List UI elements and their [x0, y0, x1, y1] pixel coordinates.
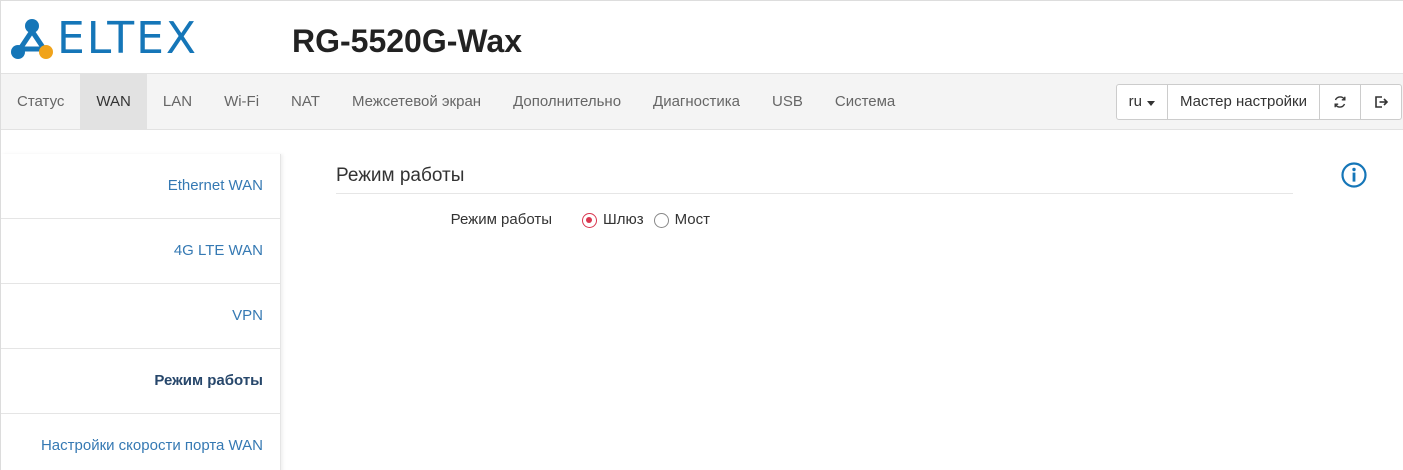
mode-field-label: Режим работы [450, 211, 552, 228]
tab-дополнительно[interactable]: Дополнительно [497, 74, 637, 129]
tab-wi-fi[interactable]: Wi-Fi [208, 74, 275, 129]
mode-radio-option-1[interactable]: Шлюз [582, 209, 644, 231]
radio-button[interactable] [582, 212, 597, 228]
section-title: Режим работы [336, 165, 465, 186]
nav-tabs: Статус WAN LAN Wi-Fi NAT Межсетевой экран Допо… [1, 74, 911, 129]
logo-text: ELTEX [57, 13, 199, 64]
refresh-button[interactable] [1320, 85, 1361, 119]
logout-button[interactable] [1361, 85, 1401, 119]
sidebar-item-5[interactable]: Настройки скорости порта WAN [1, 414, 280, 470]
sidebar: Ethernet WAN 4G LTE WAN VPN Режим работы Нас… [1, 154, 281, 470]
tab-wan[interactable]: WAN [80, 74, 147, 129]
app-frame: ELTEX RG-5520G-Wax Статус WAN LAN Wi-Fi NAT М… [0, 0, 1403, 470]
sidebar-item-1[interactable]: Ethernet WAN [1, 154, 280, 219]
language-dropdown[interactable]: ru [1117, 85, 1168, 119]
eltex-logo: ELTEX [11, 15, 198, 63]
radio-button[interactable] [653, 212, 669, 228]
device-model-title: RG-5520G-Wax [292, 23, 522, 59]
sidebar-item-3[interactable]: VPN [1, 284, 280, 349]
logout-icon [1375, 96, 1389, 108]
header: ELTEX RG-5520G-Wax [1, 1, 1403, 73]
radio-label: Шлюз [603, 211, 644, 228]
caret-down-icon [1146, 100, 1155, 106]
mode-radio-option-2[interactable]: Мост [653, 209, 711, 231]
section-divider [336, 193, 1293, 194]
info-icon[interactable] [1340, 161, 1368, 189]
tab-lan[interactable]: LAN [147, 74, 208, 129]
mode-radio-group: Шлюз Мост [582, 209, 720, 231]
navbar-actions: ru Мастер настройки [1115, 84, 1402, 120]
sidebar-item-4[interactable]: Режим работы [1, 349, 280, 414]
tab-nat[interactable]: NAT [275, 74, 336, 129]
setup-wizard-button[interactable]: Мастер настройки [1168, 85, 1320, 119]
sidebar-item-2[interactable]: 4G LTE WAN [1, 219, 280, 284]
tab-система[interactable]: Система [819, 74, 911, 129]
tab-usb[interactable]: USB [756, 74, 819, 129]
refresh-icon [1334, 96, 1346, 108]
logo-mark-icon [11, 19, 53, 59]
mode-form-row: Режим работы Шлюз Мост [336, 209, 1036, 231]
main-navbar: Статус WAN LAN Wi-Fi NAT Межсетевой экран Допо… [1, 73, 1403, 130]
language-value: ru [1128, 93, 1142, 110]
tab-диагностика[interactable]: Диагностика [637, 74, 756, 129]
tab-межсетевой-экран[interactable]: Межсетевой экран [336, 74, 497, 129]
radio-label: Мост [674, 211, 711, 228]
tab-статус[interactable]: Статус [1, 74, 80, 129]
